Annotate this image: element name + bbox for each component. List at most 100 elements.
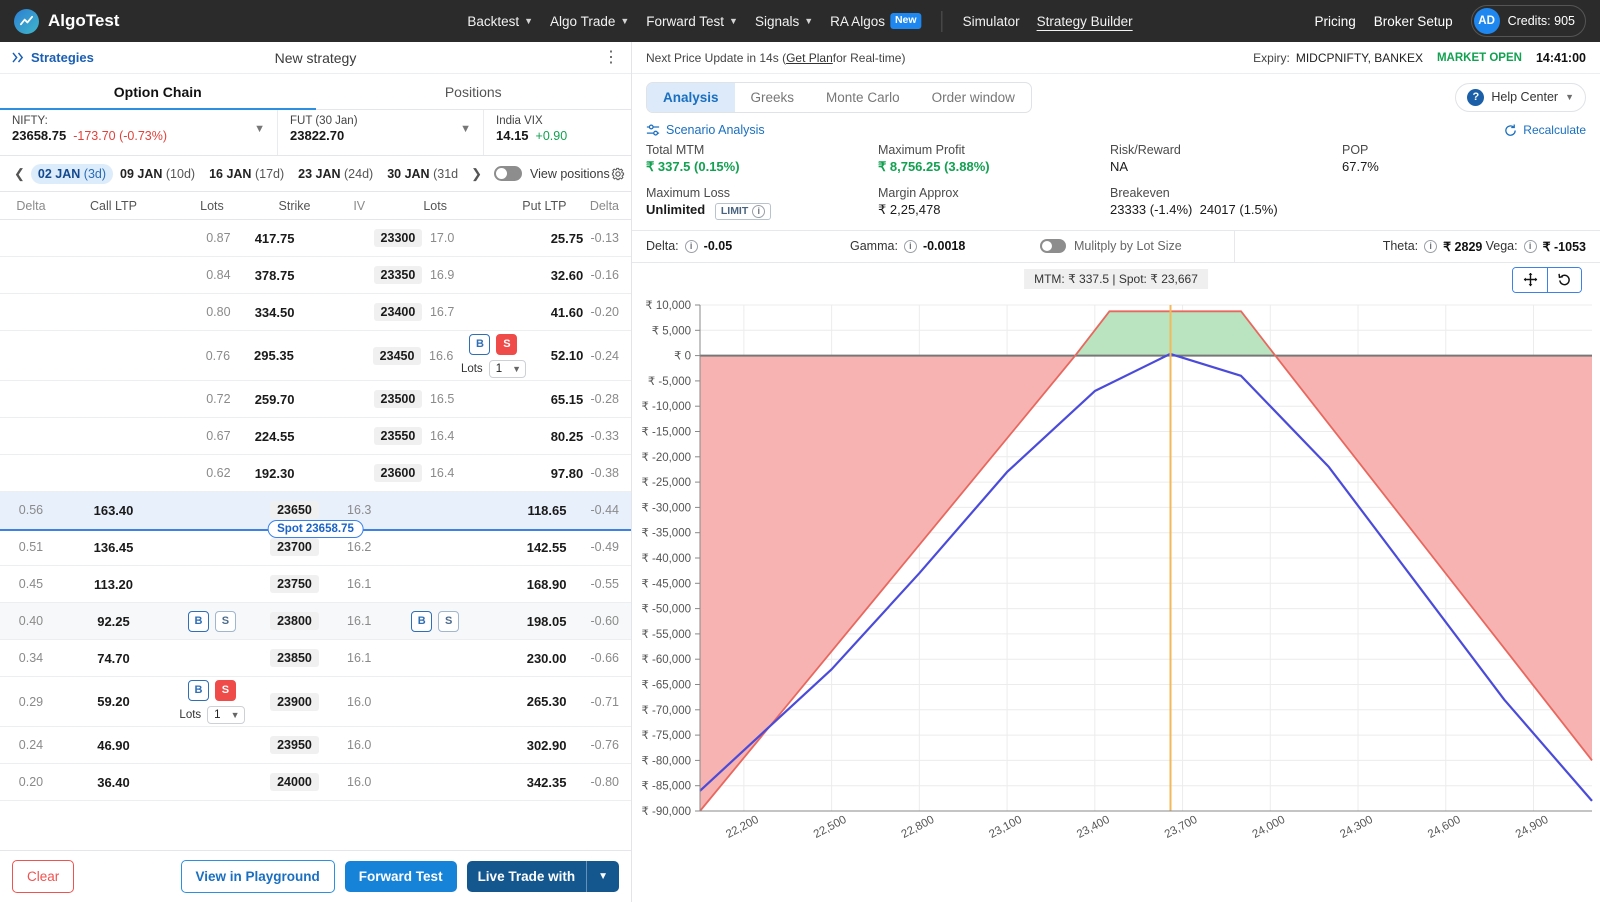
expiry-next-icon[interactable]: ❯ [465,166,488,182]
table-row[interactable]: 0.87 417.75 23300 17.0 25.75 -0.13 [0,220,631,257]
buy-button-put[interactable]: B [469,333,491,355]
sell-button-put[interactable]: S [438,610,460,632]
nav-broker-setup[interactable]: Broker Setup [1374,14,1453,29]
table-row[interactable]: 0.72 259.70 23500 16.5 65.15 -0.28 [0,381,631,418]
table-row[interactable]: 0.24 46.90 23950 16.0 302.90 -0.76 [0,727,631,764]
nav-signals[interactable]: Signals ▼ [755,14,813,29]
chevron-down-icon[interactable]: ▼ [460,123,471,135]
cell-strike[interactable]: 24000 [259,773,330,791]
payoff-chart[interactable]: ₹ 10,000 ₹ 5,000 ₹ 0 ₹ -5,000 ₹ -10,000 ₹ -15… [632,297,1600,863]
multiply-lot-size-toggle[interactable] [1040,239,1066,253]
expiry-chip-2[interactable]: 16 JAN (17d) [202,164,291,184]
recalculate-button[interactable]: Recalculate [1504,123,1586,137]
nav-ra-algos[interactable]: RA Algos New [830,13,922,29]
info-icon[interactable]: i [1424,239,1438,253]
table-row[interactable]: 0.62 192.30 23600 16.4 97.80 -0.38 [0,455,631,492]
strike-pill: 23650 [270,501,319,519]
lots-select-call[interactable]: 1 ▼ [207,705,245,724]
tab-analysis[interactable]: Analysis [647,82,735,112]
expiry-prev-icon[interactable]: ❮ [8,166,31,182]
col-iv: IV [353,198,366,213]
sell-button-put[interactable]: S [496,333,518,355]
buy-button-call[interactable]: B [187,610,209,632]
chevron-down-icon[interactable]: ▼ [587,863,619,890]
nav-forward-test-label: Forward Test [646,13,725,29]
tab-order-window[interactable]: Order window [916,83,1031,112]
info-icon[interactable]: i [1523,239,1537,253]
cell-strike[interactable]: 23800 [259,612,330,630]
cell-strike[interactable]: 23350 [373,266,423,284]
analysis-tabs-bar: Analysis Greeks Monte Carlo Order window… [632,74,1600,120]
sell-button-call[interactable]: S [214,679,236,701]
nav-forward-test[interactable]: Forward Test ▼ [646,14,738,29]
expiry-chip-1[interactable]: 09 JAN (10d) [113,164,202,184]
live-trade-button[interactable]: Live Trade with ▼ [466,861,619,892]
settings-gear-icon[interactable] [610,166,626,182]
brand-logo[interactable]: AlgoTest [14,8,119,34]
clear-button[interactable]: Clear [12,860,75,893]
nav-algo-trade[interactable]: Algo Trade ▼ [550,14,629,29]
view-positions-toggle[interactable] [494,166,523,181]
table-row[interactable]: 0.80 334.50 23400 16.7 41.60 -0.20 [0,294,631,331]
cell-strike[interactable]: 23700 [259,538,330,556]
cell-strike[interactable]: 23900 [259,692,330,711]
y-axis-label: ₹ 5,000 [652,325,691,337]
cell-strike[interactable]: 23950 [259,736,330,754]
expiry-chip-3[interactable]: 23 JAN (24d) [291,164,380,184]
cell-strike[interactable]: 23750 [259,575,330,593]
buy-button-call[interactable]: B [187,679,209,701]
help-center-button[interactable]: ? Help Center ▼ [1455,82,1586,112]
cell-put-delta: -0.55 [590,577,620,591]
table-row[interactable]: 0.34 74.70 23850 16.1 230.00 -0.66 [0,640,631,677]
nav-backtest[interactable]: Backtest ▼ [467,14,533,29]
tab-positions[interactable]: Positions [316,74,632,109]
tab-option-chain[interactable]: Option Chain [0,74,316,110]
expiry-chip-4[interactable]: 30 JAN (31d [380,164,465,184]
cell-strike[interactable]: 23450 [372,346,422,365]
cell-strike[interactable]: 23650 [259,501,330,519]
tab-monte-carlo[interactable]: Monte Carlo [810,83,916,112]
cell-strike[interactable]: 23600 [373,464,423,482]
scenario-analysis-button[interactable]: Scenario Analysis [646,123,765,137]
quote-nifty[interactable]: NIFTY: 23658.75 -173.70 (-0.73%) ▼ [0,110,278,155]
quote-fut[interactable]: FUT (30 Jan) 23822.70 ▼ [278,110,484,155]
chevron-down-icon[interactable]: ▼ [254,123,265,135]
cell-strike[interactable]: 23500 [373,390,423,408]
buy-button-put[interactable]: B [411,610,433,632]
table-row[interactable]: 0.67 224.55 23550 16.4 80.25 -0.33 [0,418,631,455]
more-options-icon[interactable]: ⋮ [603,49,619,66]
view-in-playground-button[interactable]: View in Playground [180,860,335,893]
nav-strategy-builder[interactable]: Strategy Builder [1037,14,1133,29]
nav-simulator[interactable]: Simulator [963,14,1020,29]
table-row[interactable]: 0.45 113.20 23750 16.1 168.90 -0.55 [0,566,631,603]
buy-sell-controls: BS [411,610,460,632]
cell-strike[interactable]: 23550 [373,427,423,445]
breadcrumb-strategies[interactable]: Strategies [12,50,94,65]
info-icon[interactable]: i [684,239,698,253]
chevron-down-icon: ▼ [804,16,814,26]
table-row[interactable]: 0.20 36.40 24000 16.0 342.35 -0.80 [0,764,631,801]
sell-button-call[interactable]: S [214,610,236,632]
get-plan-link[interactable]: Get Plan [786,51,833,65]
table-row[interactable]: 0.76 295.35 23450 16.6 B S Lots 1 ▼ 52.10 -0.24 [0,331,631,381]
lots-select-put[interactable]: 1 ▼ [488,359,527,378]
col-call-delta: Delta [16,198,46,213]
table-row[interactable]: 0.40 92.25 B S 23800 16.1 B S 198.05 -0.60 [0,603,631,640]
cell-strike[interactable]: 23300 [373,229,423,247]
cell-strike[interactable]: 23400 [373,303,423,321]
expiry-chip-2-date: 16 JAN [209,166,252,181]
info-icon[interactable]: i [752,204,766,218]
nav-pricing[interactable]: Pricing [1315,14,1356,29]
table-row[interactable]: 0.84 378.75 23350 16.9 32.60 -0.16 [0,257,631,294]
expiry-chip-0[interactable]: 02 JAN (3d) [30,163,114,184]
forward-test-button[interactable]: Forward Test [344,861,457,892]
info-icon[interactable]: i [903,239,917,253]
limit-chip[interactable]: LIMIT i [714,202,772,220]
tab-greeks[interactable]: Greeks [735,83,811,112]
account-credits-pill[interactable]: AD Credits: 905 [1470,5,1586,37]
pan-tool-icon[interactable] [1513,267,1547,292]
table-row[interactable]: 0.29 59.20 B S Lots 1 ▼ 23900 16.0 265.30 -0.71 [0,677,631,727]
reset-zoom-icon[interactable] [1547,267,1581,292]
cell-strike[interactable]: 23850 [259,649,330,667]
expiry-chip-1-date: 09 JAN [120,166,163,181]
